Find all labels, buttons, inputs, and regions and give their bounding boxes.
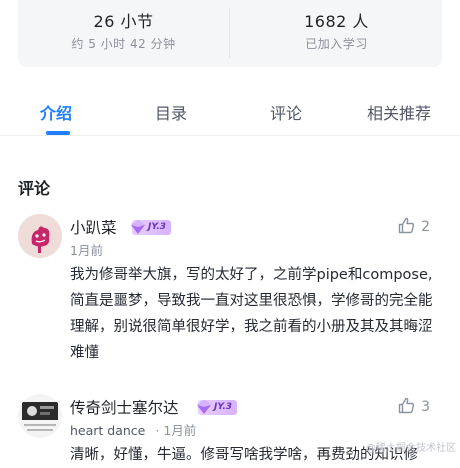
comment-content: 我为修哥举大旗，写的太好了，之前学pipe和compose,简直是噩梦，导致我一… xyxy=(70,267,433,361)
tab-intro[interactable]: 介绍 xyxy=(40,100,72,124)
sections-count: 26 小节 xyxy=(93,12,154,31)
like-button[interactable]: 2 xyxy=(398,217,430,235)
level-gem-icon xyxy=(197,400,211,414)
thumbs-up-icon xyxy=(398,397,415,414)
avatar[interactable] xyxy=(18,394,62,438)
level-badge: JY.3 xyxy=(197,400,238,415)
tab-catalog[interactable]: 目录 xyxy=(155,100,187,124)
comment-username[interactable]: 传奇剑士塞尔达 xyxy=(70,396,179,418)
user-title: heart dance xyxy=(70,423,146,438)
level-badge-text: JY.3 xyxy=(214,402,233,412)
comments-section-title: 评论 xyxy=(18,179,51,198)
learners-count: 1682 人 xyxy=(304,12,369,31)
avatar[interactable] xyxy=(18,214,62,258)
level-badge: JY.3 xyxy=(131,220,172,235)
learners-stat: 1682 人 已加入学习 xyxy=(231,0,442,67)
stats-divider xyxy=(229,8,230,58)
avatar-illustration xyxy=(18,214,62,258)
tab-comments[interactable]: 评论 xyxy=(270,100,302,124)
level-gem-icon xyxy=(131,220,145,234)
tab-recommendations[interactable]: 相关推荐 xyxy=(367,100,431,124)
learners-label: 已加入学习 xyxy=(305,37,368,51)
duration-label: 约 5 小时 42 分钟 xyxy=(71,37,176,51)
course-stats-card: 26 小节 约 5 小时 42 分钟 1682 人 已加入学习 xyxy=(18,0,442,67)
like-count: 3 xyxy=(421,399,430,415)
tabs-divider xyxy=(0,135,460,136)
avatar-illustration xyxy=(18,394,62,438)
comment-time: 1月前 xyxy=(70,243,103,258)
comment-username[interactable]: 小趴菜 xyxy=(70,216,117,238)
watermark: @稀土掘金技术社区 xyxy=(366,443,456,454)
comment-meta: heart dance · 1月前 xyxy=(70,423,197,438)
comment-meta: 1月前 xyxy=(70,240,103,259)
tab-bar: 介绍 目录 评论 相关推荐 xyxy=(0,90,460,136)
like-button[interactable]: 3 xyxy=(398,397,430,415)
comment-time: 1月前 xyxy=(163,423,197,438)
level-badge-text: JY.3 xyxy=(148,222,167,232)
thumbs-up-icon xyxy=(398,217,415,234)
sections-stat: 26 小节 约 5 小时 42 分钟 xyxy=(18,0,229,67)
like-count: 2 xyxy=(421,219,430,235)
